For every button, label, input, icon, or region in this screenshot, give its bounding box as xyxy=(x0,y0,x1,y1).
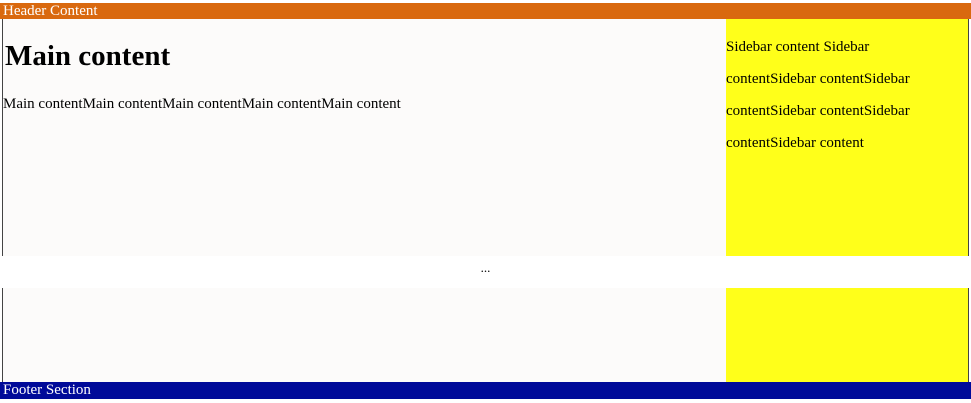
main-title: Main content xyxy=(5,40,171,72)
header-bar: Header Content xyxy=(0,3,971,19)
main-content-area: Main content Main contentMain contentMai… xyxy=(2,19,726,256)
header-text: Header Content xyxy=(3,3,98,19)
page: Header Content Main content Main content… xyxy=(0,0,971,403)
main-body-text: Main contentMain contentMain contentMain… xyxy=(3,96,401,112)
sidebar-bottom xyxy=(726,288,968,382)
sidebar-text: Sidebar content Sidebar contentSidebar c… xyxy=(726,39,910,151)
sidebar: Sidebar content Sidebar contentSidebar c… xyxy=(726,19,968,256)
footer-bar: Footer Section xyxy=(0,382,971,399)
right-border-bottom xyxy=(968,288,969,382)
main-content-area-bottom xyxy=(2,288,726,382)
content-gap-ellipsis: ... xyxy=(480,260,491,275)
footer-text: Footer Section xyxy=(3,382,91,398)
right-border-top xyxy=(968,19,969,256)
